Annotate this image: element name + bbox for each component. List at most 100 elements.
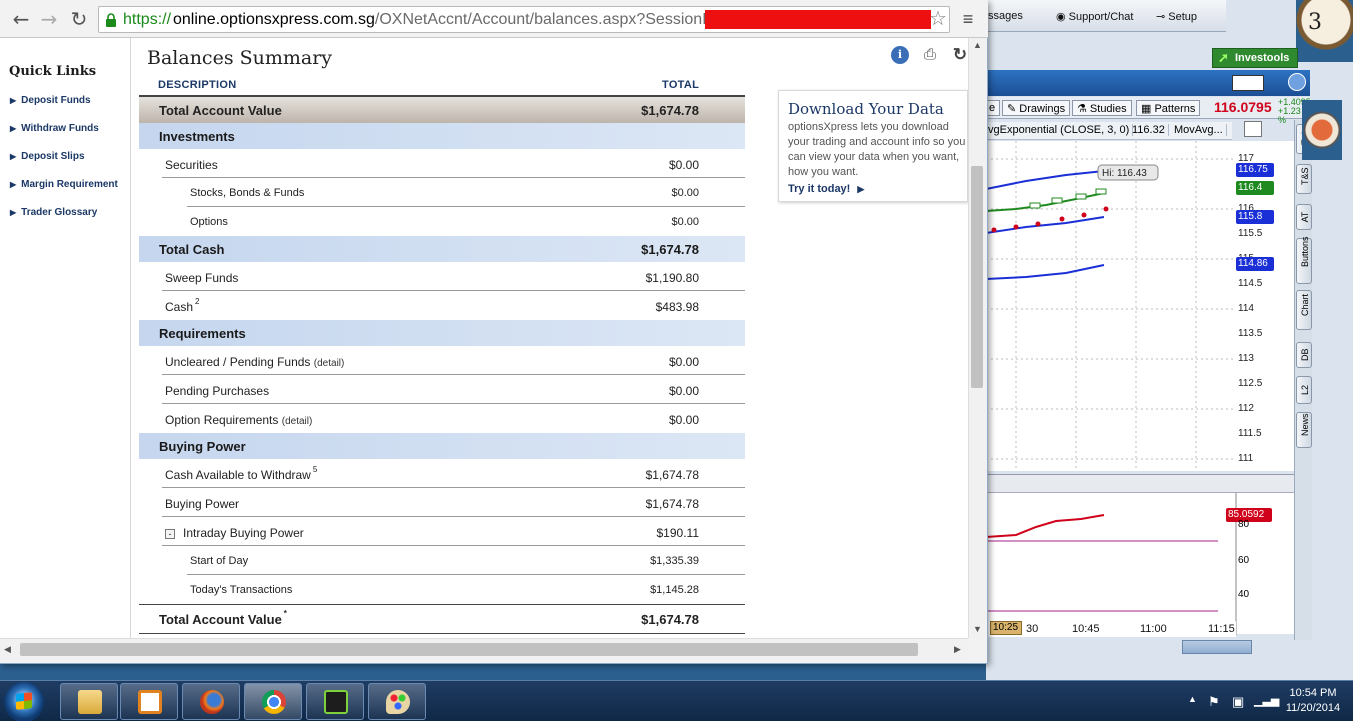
row-divider: [139, 633, 745, 634]
studies-button[interactable]: ⚗ Studies: [1072, 100, 1132, 116]
vertical-scrollbar[interactable]: ▲ ▼: [968, 38, 986, 638]
info-icon[interactable]: i: [891, 46, 909, 64]
network-signal-icon[interactable]: ▁▃▅: [1254, 694, 1279, 707]
time-tick: 11:00: [1140, 623, 1167, 635]
row-value: $1,674.78: [641, 103, 699, 118]
side-tab-db[interactable]: DB: [1296, 342, 1312, 368]
option-req-label: Option Requirements: [165, 413, 279, 427]
final-total-label: Total Account Value: [159, 612, 282, 627]
section-requirements: Requirements: [139, 320, 745, 346]
desktop-gadget: [1302, 100, 1342, 160]
footnote-marker[interactable]: 5: [313, 465, 317, 474]
menu-support-chat[interactable]: ◉ Support/Chat: [1056, 10, 1133, 23]
footnote-marker[interactable]: *: [284, 609, 287, 618]
row-value: $0.00: [671, 187, 699, 199]
tray-clock[interactable]: 10:54 PM 11/20/2014: [1280, 686, 1346, 716]
side-tab-buttons[interactable]: Buttons: [1296, 236, 1312, 284]
desktop-clock-gadget: 3: [1296, 0, 1353, 62]
print-icon[interactable]: ⎙: [921, 46, 939, 64]
drawings-button[interactable]: ✎ Drawings: [1002, 100, 1071, 116]
taskbar-explorer[interactable]: [60, 683, 118, 720]
scroll-left-icon[interactable]: ◀: [4, 644, 11, 655]
row-label: Cash 2: [165, 297, 199, 314]
drawings-label: Drawings: [1019, 103, 1066, 115]
symbol-input[interactable]: [1232, 75, 1264, 91]
quick-link-trader-glossary[interactable]: ▶ Trader Glossary: [10, 207, 97, 218]
browser-menu-icon[interactable]: ≡: [956, 6, 980, 32]
patterns-button[interactable]: ▦ Patterns: [1136, 100, 1201, 116]
power-icon[interactable]: ▣: [1232, 694, 1244, 710]
arrow-right-icon: ▶: [10, 96, 17, 105]
collapse-toggle-icon[interactable]: -: [165, 529, 175, 539]
forward-icon[interactable]: →: [36, 6, 62, 32]
side-tab-l2[interactable]: L2: [1296, 376, 1312, 404]
horizontal-scroll-thumb[interactable]: [20, 643, 918, 656]
chart-settings-icon[interactable]: [1244, 121, 1262, 137]
footnote-marker[interactable]: 2: [195, 297, 199, 306]
uncleared-label: Uncleared / Pending Funds: [165, 355, 311, 369]
price-badge: 116.4: [1236, 181, 1274, 195]
toolbar-button-partial[interactable]: e: [986, 100, 1001, 116]
row-value: $0.00: [671, 216, 699, 228]
back-icon[interactable]: ←: [8, 6, 34, 32]
horizontal-scrollbar[interactable]: ◀ ▶: [0, 638, 968, 660]
row-intraday-buying-power: - Intraday Buying Power $190.11: [139, 517, 745, 546]
quick-link-deposit-slips[interactable]: ▶ Deposit Slips: [10, 151, 85, 162]
trading-app-window: ssages ◉ Support/Chat ⊸ Setup 3 Investoo…: [986, 0, 1353, 680]
investools-button[interactable]: Investools: [1212, 48, 1298, 68]
arrow-right-icon: ▶: [10, 152, 17, 161]
scroll-up-icon[interactable]: ▲: [973, 40, 982, 50]
bookmark-star-icon[interactable]: ☆: [929, 7, 947, 32]
column-header-description: DESCRIPTION: [158, 79, 237, 91]
taskbar-firefox[interactable]: [182, 683, 240, 720]
refresh-icon[interactable]: ↻: [951, 46, 968, 64]
chart-scroll-thumb[interactable]: [1182, 640, 1252, 654]
reload-icon[interactable]: ↻: [66, 6, 92, 32]
taskbar-media-player[interactable]: [120, 683, 178, 720]
section-total-cash: Total Cash $1,674.78: [139, 236, 745, 262]
row-label: Securities: [165, 158, 218, 172]
lower-band-line: [986, 216, 1105, 234]
row-label: Cash Available to Withdraw 5: [165, 465, 317, 482]
side-tab-ts[interactable]: T&S: [1296, 164, 1312, 194]
list-icon[interactable]: [1288, 73, 1306, 91]
download-data-panel: Download Your Data optionsXpress lets yo…: [778, 90, 968, 202]
side-tab-label: DB: [1300, 348, 1310, 361]
quick-link-margin-requirement[interactable]: ▶ Margin Requirement: [10, 179, 118, 190]
scroll-down-icon[interactable]: ▼: [973, 624, 982, 634]
time-tick: 30: [1026, 623, 1039, 635]
quick-link-label: Margin Requirement: [21, 179, 118, 190]
quick-link-deposit-funds[interactable]: ▶ Deposit Funds: [10, 95, 91, 106]
column-header-total: TOTAL: [662, 79, 700, 91]
flag-icon[interactable]: ⚑: [1208, 694, 1220, 710]
row-pending-purchases: Pending Purchases $0.00: [139, 375, 745, 404]
section-label: Requirements: [159, 326, 246, 341]
taskbar-trading-app[interactable]: [306, 683, 364, 720]
cash-label: Cash: [165, 300, 194, 314]
taskbar-paint[interactable]: [368, 683, 426, 720]
vertical-scroll-thumb[interactable]: [971, 166, 983, 388]
side-tab-label: AT: [1300, 211, 1310, 223]
row-value: $0.00: [668, 413, 699, 427]
side-tab-news[interactable]: News: [1296, 412, 1312, 448]
price-axis-tick: 114: [1238, 303, 1254, 314]
scroll-right-icon[interactable]: ▶: [954, 644, 961, 655]
menu-messages[interactable]: ssages: [988, 10, 1023, 22]
url-text: online.optionsxpress.com.sg/OXNetAccnt/A…: [173, 7, 728, 32]
browser-toolbar: ← → ↻ https:// online.optionsxpress.com.…: [0, 0, 988, 38]
row-value: $1,335.39: [650, 555, 699, 567]
show-hidden-icons[interactable]: ▲: [1188, 694, 1197, 704]
quick-link-withdraw-funds[interactable]: ▶ Withdraw Funds: [10, 123, 99, 134]
try-it-today-link[interactable]: Try it today! ▶: [788, 183, 864, 195]
start-button[interactable]: [4, 682, 44, 721]
row-value: $1,145.28: [650, 584, 699, 596]
url-host: online.optionsxpress.com.sg: [173, 11, 375, 28]
detail-link[interactable]: (detail): [314, 358, 345, 369]
detail-link[interactable]: (detail): [282, 416, 313, 427]
taskbar-chrome[interactable]: [244, 683, 302, 720]
high-label: Hi: 116.43: [1102, 168, 1147, 179]
side-tab-at[interactable]: AT: [1296, 204, 1312, 230]
menu-setup[interactable]: ⊸ Setup: [1156, 10, 1197, 23]
address-bar[interactable]: https:// online.optionsxpress.com.sg/OXN…: [98, 6, 950, 33]
side-tab-chart[interactable]: Chart: [1296, 290, 1312, 330]
